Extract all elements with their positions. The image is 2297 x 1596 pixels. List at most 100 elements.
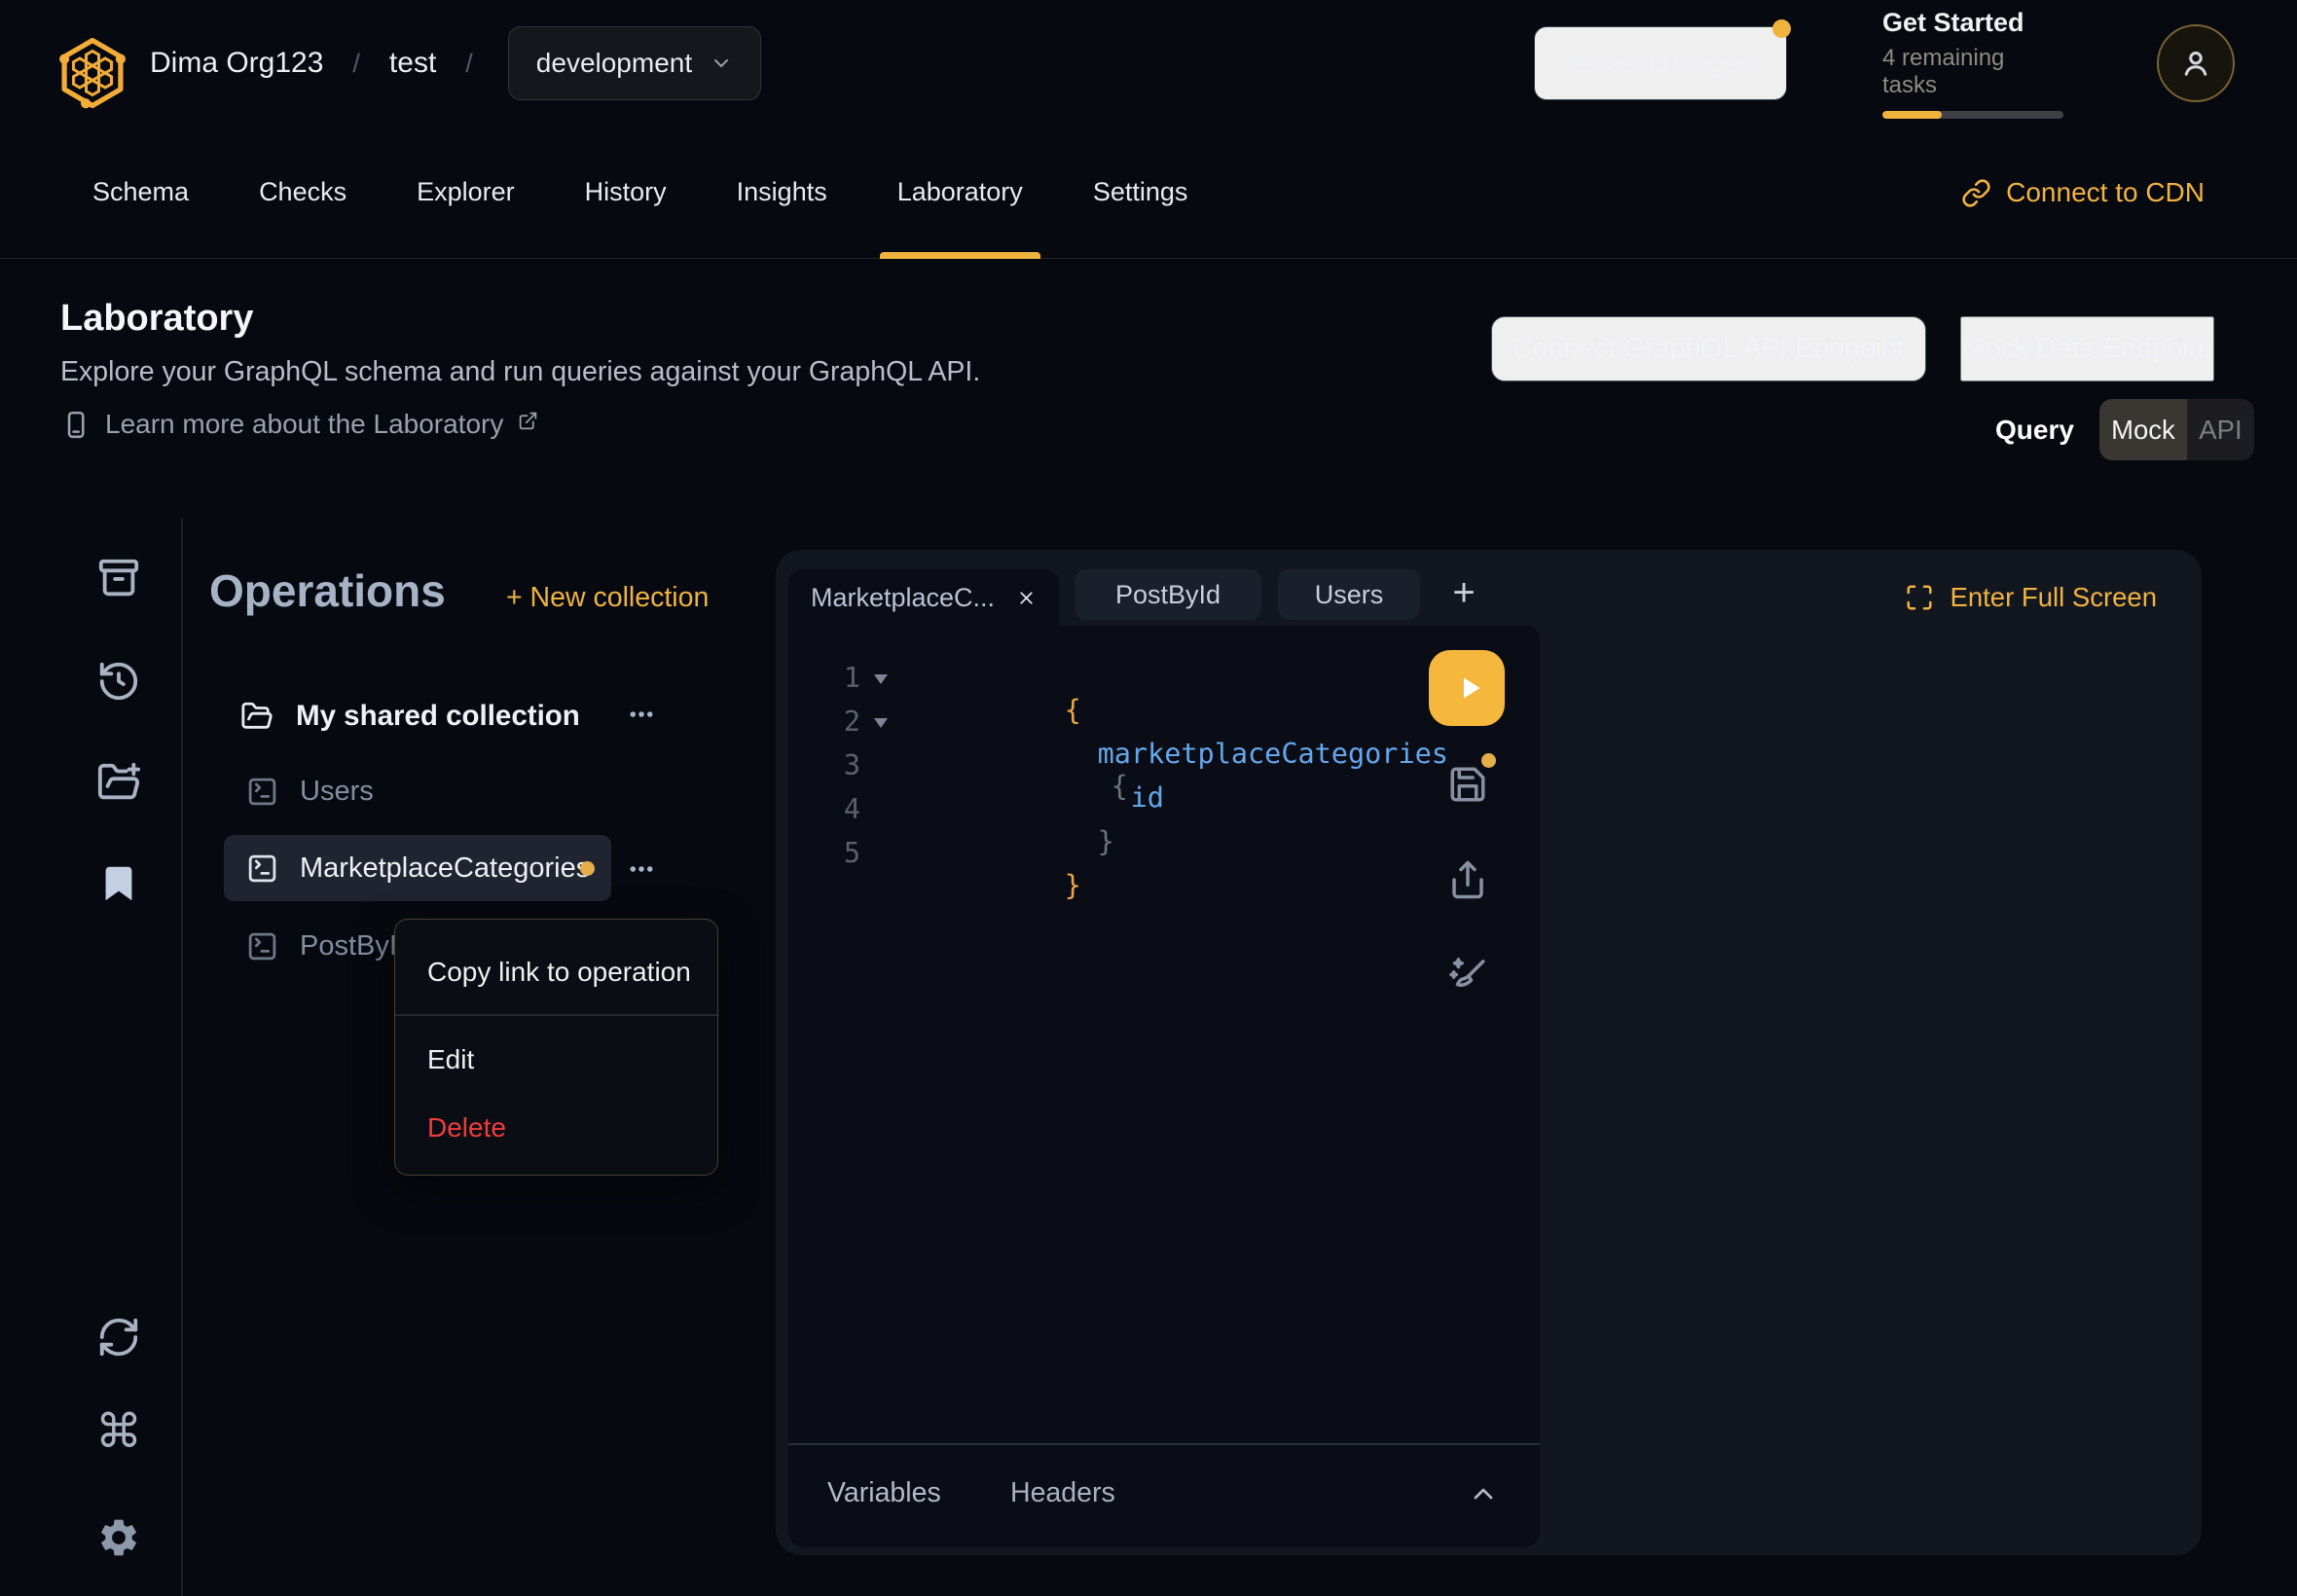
editor-bottom-divider (788, 1443, 1540, 1445)
latest-changes-button[interactable]: Latest changes (1534, 26, 1787, 100)
query-mode-toggle: Mock API (2099, 399, 2254, 460)
toggle-option-api[interactable]: API (2187, 399, 2254, 460)
history-icon[interactable] (96, 659, 141, 704)
user-avatar[interactable] (2157, 24, 2235, 102)
share-operation-icon[interactable] (1447, 859, 1488, 900)
variant-label: development (536, 48, 692, 79)
breadcrumb-separator: / (352, 49, 360, 79)
add-tab-button[interactable]: + (1438, 567, 1490, 618)
laboratory-page: Dima Org123 / test / development Latest … (0, 0, 2297, 1596)
line-number: 1 (806, 662, 860, 694)
collapse-panel-chevron-icon[interactable] (1468, 1478, 1499, 1509)
tab-insights[interactable]: Insights (737, 127, 827, 258)
breadcrumb: Dima Org123 / test / development (150, 0, 761, 127)
person-icon (2178, 46, 2213, 81)
variables-tab[interactable]: Variables (827, 1477, 941, 1509)
tab-settings[interactable]: Settings (1093, 127, 1188, 258)
close-tab-icon[interactable] (1016, 588, 1037, 608)
breadcrumb-org[interactable]: Dima Org123 (150, 47, 323, 80)
operation-terminal-icon (246, 930, 278, 962)
editor-tab-marketplacecategories[interactable]: MarketplaceC... (788, 569, 1059, 626)
fold-arrow-icon[interactable] (874, 718, 888, 728)
operations-title: Operations (209, 564, 446, 617)
saved-operations-bookmark-icon[interactable] (96, 861, 141, 906)
learn-more-link[interactable]: Learn more about the Laboratory (60, 409, 538, 440)
book-icon (60, 410, 91, 440)
page-description: Explore your GraphQL schema and run quer… (60, 356, 980, 388)
apollo-graphos-logo[interactable] (56, 35, 128, 111)
new-collection-button[interactable]: + New collection (506, 582, 709, 614)
tab-laboratory[interactable]: Laboratory (897, 127, 1023, 258)
learn-more-label: Learn more about the Laboratory (105, 409, 503, 440)
connect-graphql-endpoint-button[interactable]: Connect GraphQL API Endpoint (1491, 316, 1926, 381)
connect-to-cdn-link[interactable]: Connect to CDN (1961, 127, 2205, 259)
link-icon (1961, 178, 1991, 208)
get-started-progress (1882, 111, 2063, 119)
graph-nav: Schema Checks Explorer History Insights … (0, 127, 2297, 259)
editor-tab-postbyid[interactable]: PostById (1075, 569, 1261, 620)
prettify-clean-icon[interactable] (1447, 955, 1488, 996)
chevron-down-icon (710, 52, 733, 75)
get-started-widget[interactable]: Get Started 4 remaining tasks (1882, 8, 2063, 119)
unsaved-changes-dot (580, 861, 595, 876)
latest-changes-label: Latest changes (1568, 48, 1753, 79)
run-query-button[interactable] (1429, 650, 1505, 726)
refresh-icon[interactable] (96, 1315, 141, 1360)
operation-item-marketplacecategories[interactable]: MarketplaceCategories (246, 845, 590, 891)
enter-fullscreen-label: Enter Full Screen (1951, 582, 2157, 613)
unsaved-changes-dot (1481, 753, 1496, 768)
menu-item-edit[interactable]: Edit (427, 1044, 474, 1075)
get-started-progress-fill (1882, 111, 1942, 119)
menu-divider (395, 1014, 717, 1016)
variant-dropdown[interactable]: development (508, 26, 761, 100)
schema-documentation-icon[interactable] (96, 556, 141, 600)
line-number: 3 (806, 749, 860, 781)
graphql-query-editor[interactable]: 1 { 2 marketplaceCategories { 3 id (788, 626, 1540, 1547)
new-collection-folder-icon[interactable] (96, 760, 141, 805)
headers-tab[interactable]: Headers (1010, 1477, 1115, 1509)
menu-item-copy-link[interactable]: Copy link to operation (427, 957, 691, 988)
fold-arrow-icon[interactable] (874, 674, 888, 684)
operation-item-postbyid[interactable]: PostById (246, 923, 413, 969)
operation-context-menu: Copy link to operation Edit Delete (394, 919, 718, 1176)
folder-open-icon (240, 700, 273, 733)
expand-icon (1905, 583, 1934, 612)
get-started-subtitle: 4 remaining tasks (1882, 45, 2063, 99)
operation-terminal-icon (246, 776, 278, 808)
collection-row[interactable]: My shared collection (240, 691, 580, 742)
notification-dot (1772, 19, 1791, 38)
page-title: Laboratory (60, 298, 253, 340)
tab-checks[interactable]: Checks (259, 127, 346, 258)
line-number: 2 (806, 706, 860, 738)
external-link-icon (518, 411, 538, 431)
laboratory-workspace-panel: MarketplaceC... PostById Users + Enter F… (776, 550, 2202, 1555)
operation-menu-button[interactable] (627, 854, 656, 884)
query-mode-row: Query Mock API (1995, 399, 2254, 460)
editor-tab-users[interactable]: Users (1278, 569, 1420, 620)
command-shortcuts-icon[interactable]: ⌘ (92, 1409, 145, 1456)
line-number: 4 (806, 793, 860, 825)
editor-tab-label: MarketplaceC... (811, 583, 995, 613)
menu-item-delete[interactable]: Delete (427, 1112, 506, 1143)
breadcrumb-separator: / (465, 49, 473, 79)
connect-to-cdn-label: Connect to CDN (2006, 177, 2205, 208)
query-mode-label: Query (1995, 415, 2074, 446)
get-started-title: Get Started (1882, 8, 2063, 38)
breadcrumb-graph[interactable]: test (389, 47, 436, 80)
settings-gear-icon[interactable] (96, 1515, 141, 1560)
toggle-option-mock[interactable]: Mock (2099, 399, 2187, 460)
sidebar-divider (181, 518, 183, 1596)
operation-terminal-icon (246, 852, 278, 885)
tab-history[interactable]: History (585, 127, 667, 258)
enter-fullscreen-button[interactable]: Enter Full Screen (1905, 569, 2157, 626)
tab-schema[interactable]: Schema (92, 127, 189, 258)
mock-data-endpoint-button[interactable]: Mock Data Endpoint (1960, 316, 2214, 381)
tab-explorer[interactable]: Explorer (417, 127, 515, 258)
code-line: } (897, 837, 1081, 933)
play-icon (1452, 671, 1487, 706)
operation-item-users[interactable]: Users (246, 768, 374, 815)
operation-label: MarketplaceCategories (300, 852, 590, 885)
collection-menu-button[interactable] (627, 700, 656, 729)
save-operation-icon[interactable] (1447, 764, 1488, 805)
operation-label: Users (300, 776, 374, 808)
